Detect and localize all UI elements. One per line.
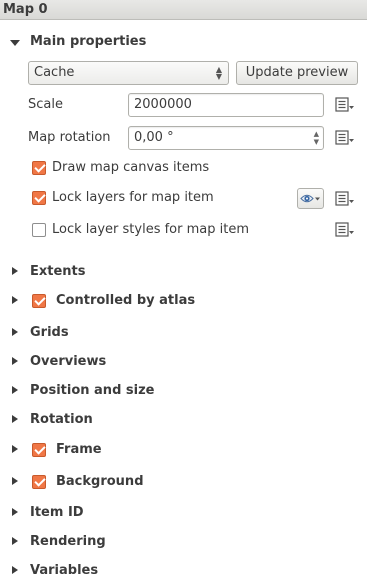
group-extents[interactable]: Extents <box>0 262 360 282</box>
expand-arrow-icon[interactable] <box>12 267 18 275</box>
data-defined-override-icon[interactable] <box>333 129 355 147</box>
scale-input[interactable]: 2000000 <box>128 93 324 117</box>
expand-arrow-icon[interactable] <box>12 445 18 453</box>
group-rendering-label: Rendering <box>30 534 106 549</box>
group-grids-label: Grids <box>30 325 69 340</box>
cache-combobox[interactable]: Cache ▲ ▼ <box>28 61 229 85</box>
group-main-properties-label: Main properties <box>30 34 147 49</box>
expand-arrow-icon[interactable] <box>12 508 18 516</box>
lock-layer-styles-checkbox[interactable] <box>32 223 46 237</box>
data-defined-override-icon[interactable] <box>333 221 355 239</box>
map-rotation-label: Map rotation <box>28 130 111 145</box>
cache-combobox-value: Cache <box>34 65 75 80</box>
expand-arrow-icon[interactable] <box>12 477 18 485</box>
group-variables-label: Variables <box>30 563 99 578</box>
data-defined-override-icon[interactable] <box>333 96 355 114</box>
group-extents-label: Extents <box>30 264 86 279</box>
map-rotation-value: 0,00 ° <box>134 130 174 145</box>
group-background-label: Background <box>56 474 144 489</box>
combo-arrows-icon: ▲ ▼ <box>215 65 222 81</box>
background-checkbox[interactable] <box>32 475 46 489</box>
group-rendering[interactable]: Rendering <box>0 532 360 552</box>
group-position-and-size-label: Position and size <box>30 383 155 398</box>
layer-visibility-preset-button[interactable] <box>297 188 324 209</box>
draw-canvas-items-label: Draw map canvas items <box>52 160 210 175</box>
lock-layer-styles-label: Lock layer styles for map item <box>52 222 249 237</box>
lock-layers-label: Lock layers for map item <box>52 190 214 205</box>
group-main-properties[interactable]: Main properties <box>0 32 360 52</box>
group-controlled-by-atlas-label: Controlled by atlas <box>56 293 196 308</box>
spin-arrows-icon[interactable]: ▲ ▼ <box>314 130 319 146</box>
group-overviews-label: Overviews <box>30 354 107 369</box>
group-rotation[interactable]: Rotation <box>0 410 360 430</box>
expand-arrow-icon[interactable] <box>12 357 18 365</box>
group-position-and-size[interactable]: Position and size <box>0 381 360 401</box>
eye-icon <box>300 194 320 203</box>
frame-checkbox[interactable] <box>32 443 46 457</box>
expand-arrow-icon[interactable] <box>12 415 18 423</box>
map-rotation-spinbox[interactable]: 0,00 ° ▲ ▼ <box>128 126 324 150</box>
panel-title: Map 0 <box>0 0 367 20</box>
lock-layers-checkbox[interactable] <box>32 191 46 205</box>
expand-arrow-icon[interactable] <box>12 566 18 574</box>
scale-label: Scale <box>28 97 63 112</box>
group-frame[interactable]: Frame <box>0 440 360 460</box>
group-background[interactable]: Background <box>0 472 360 492</box>
expand-arrow-icon[interactable] <box>12 328 18 336</box>
data-defined-override-icon[interactable] <box>333 190 355 208</box>
group-frame-label: Frame <box>56 442 102 457</box>
update-preview-button[interactable]: Update preview <box>236 61 358 85</box>
group-rotation-label: Rotation <box>30 412 93 427</box>
group-item-id[interactable]: Item ID <box>0 503 360 523</box>
group-variables[interactable]: Variables <box>0 561 360 581</box>
group-item-id-label: Item ID <box>30 505 84 520</box>
expand-arrow-icon[interactable] <box>12 537 18 545</box>
controlled-by-atlas-checkbox[interactable] <box>32 294 46 308</box>
expand-arrow-icon[interactable] <box>12 386 18 394</box>
draw-canvas-items-checkbox[interactable] <box>32 161 46 175</box>
group-grids[interactable]: Grids <box>0 323 360 343</box>
expand-arrow-icon[interactable] <box>12 296 18 304</box>
collapse-arrow-icon[interactable] <box>10 40 20 46</box>
group-overviews[interactable]: Overviews <box>0 352 360 372</box>
group-controlled-by-atlas[interactable]: Controlled by atlas <box>0 291 360 311</box>
